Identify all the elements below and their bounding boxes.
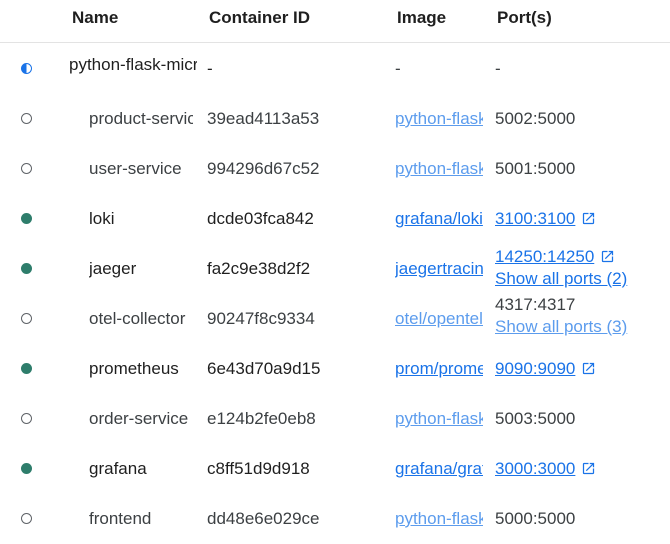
container-name[interactable]: product-service — [89, 108, 193, 130]
container-port: 5000:5000 — [495, 509, 576, 528]
port-link[interactable]: 3100:3100 — [495, 209, 575, 228]
container-id: 994296d67c52 — [207, 159, 320, 178]
container-image-link[interactable]: python-flask-microservices-order-service — [395, 408, 483, 430]
stopped-status-icon — [21, 413, 32, 424]
container-id: 90247f8c9334 — [207, 309, 315, 328]
container-id: dd48e6e029ce — [207, 509, 320, 528]
table-row[interactable]: python-flask-microservices - - - — [0, 44, 670, 94]
container-image-link[interactable]: otel/opentelemetry-collector — [395, 308, 483, 330]
column-header-container-id[interactable]: Container ID — [209, 8, 310, 28]
table-row[interactable]: jaeger fa2c9e38d2f2 jaegertracing/all-in… — [0, 244, 670, 294]
container-port-cell: 9090:9090 — [495, 358, 665, 380]
stopped-status-icon — [21, 113, 32, 124]
table-row[interactable]: order-service e124b2fe0eb8 python-flask-… — [0, 394, 670, 444]
container-name[interactable]: otel-collector — [89, 308, 193, 330]
table-row[interactable]: loki dcde03fca842 grafana/loki 3100:3100 — [0, 194, 670, 244]
container-port-cell: 4317:4317 Show all ports (3) — [495, 294, 665, 338]
running-status-icon — [21, 213, 32, 224]
container-port: 5003:5000 — [495, 409, 576, 428]
container-id: c8ff51d9d918 — [207, 459, 310, 478]
stopped-status-icon — [21, 513, 32, 524]
container-name[interactable]: prometheus — [89, 358, 193, 380]
running-status-icon — [21, 363, 32, 374]
container-name[interactable]: jaeger — [89, 258, 193, 280]
column-header-name[interactable]: Name — [72, 8, 118, 28]
container-id: e124b2fe0eb8 — [207, 409, 316, 428]
container-image-link[interactable]: python-flask-microservices-frontend — [395, 508, 483, 530]
table-row[interactable]: user-service 994296d67c52 python-flask-m… — [0, 144, 670, 194]
show-all-ports-link[interactable]: Show all ports (2) — [495, 268, 665, 290]
container-image-link[interactable]: grafana/loki — [395, 208, 483, 230]
table-row[interactable]: grafana c8ff51d9d918 grafana/grafana 300… — [0, 444, 670, 494]
port-link[interactable]: 3000:3000 — [495, 459, 575, 478]
column-header-ports[interactable]: Port(s) — [497, 8, 552, 28]
running-status-icon — [21, 263, 32, 274]
container-name[interactable]: order-service — [89, 408, 193, 430]
column-header-image[interactable]: Image — [397, 8, 446, 28]
show-all-ports-link[interactable]: Show all ports (3) — [495, 316, 665, 338]
stopped-status-icon — [21, 163, 32, 174]
table-header: Name Container ID Image Port(s) — [0, 0, 670, 43]
container-image: - — [395, 59, 401, 78]
container-name[interactable]: frontend — [89, 508, 193, 530]
container-id: 6e43d70a9d15 — [207, 359, 321, 378]
table-row[interactable]: otel-collector 90247f8c9334 otel/opentel… — [0, 294, 670, 344]
container-name[interactable]: loki — [89, 208, 193, 230]
container-port-cell: 3000:3000 — [495, 458, 665, 480]
container-port: 4317:4317 — [495, 295, 576, 314]
container-id: dcde03fca842 — [207, 209, 314, 228]
stopped-status-icon — [21, 313, 32, 324]
container-port-cell: 3100:3100 — [495, 208, 665, 230]
external-link-icon[interactable] — [600, 249, 615, 264]
container-port: 5001:5000 — [495, 159, 576, 178]
table-row[interactable]: frontend dd48e6e029ce python-flask-micro… — [0, 494, 670, 544]
container-name[interactable]: grafana — [89, 458, 193, 480]
container-image-link[interactable]: jaegertracing/all-in-one — [395, 258, 483, 280]
port-link[interactable]: 14250:14250 — [495, 247, 594, 266]
partially-running-status-icon — [21, 63, 32, 74]
table-row[interactable]: prometheus 6e43d70a9d15 prom/prometheus … — [0, 344, 670, 394]
container-image-link[interactable]: python-flask-microservices-user-service — [395, 158, 483, 180]
port-link[interactable]: 9090:9090 — [495, 359, 575, 378]
table-row[interactable]: product-service 39ead4113a53 python-flas… — [0, 94, 670, 144]
container-id: fa2c9e38d2f2 — [207, 259, 311, 278]
container-image-link[interactable]: grafana/grafana — [395, 458, 483, 480]
container-name[interactable]: python-flask-microservices — [69, 54, 197, 76]
container-image-link[interactable]: python-flask-microservices-product-servi… — [395, 108, 483, 130]
external-link-icon[interactable] — [581, 461, 596, 476]
container-port-cell: 14250:14250 Show all ports (2) — [495, 246, 665, 290]
container-id: 39ead4113a53 — [207, 109, 320, 128]
container-port: - — [495, 59, 501, 78]
external-link-icon[interactable] — [581, 211, 596, 226]
container-port: 5002:5000 — [495, 109, 576, 128]
external-link-icon[interactable] — [581, 361, 596, 376]
container-name[interactable]: user-service — [89, 158, 193, 180]
running-status-icon — [21, 463, 32, 474]
container-id: - — [207, 59, 213, 78]
container-image-link[interactable]: prom/prometheus — [395, 358, 483, 380]
